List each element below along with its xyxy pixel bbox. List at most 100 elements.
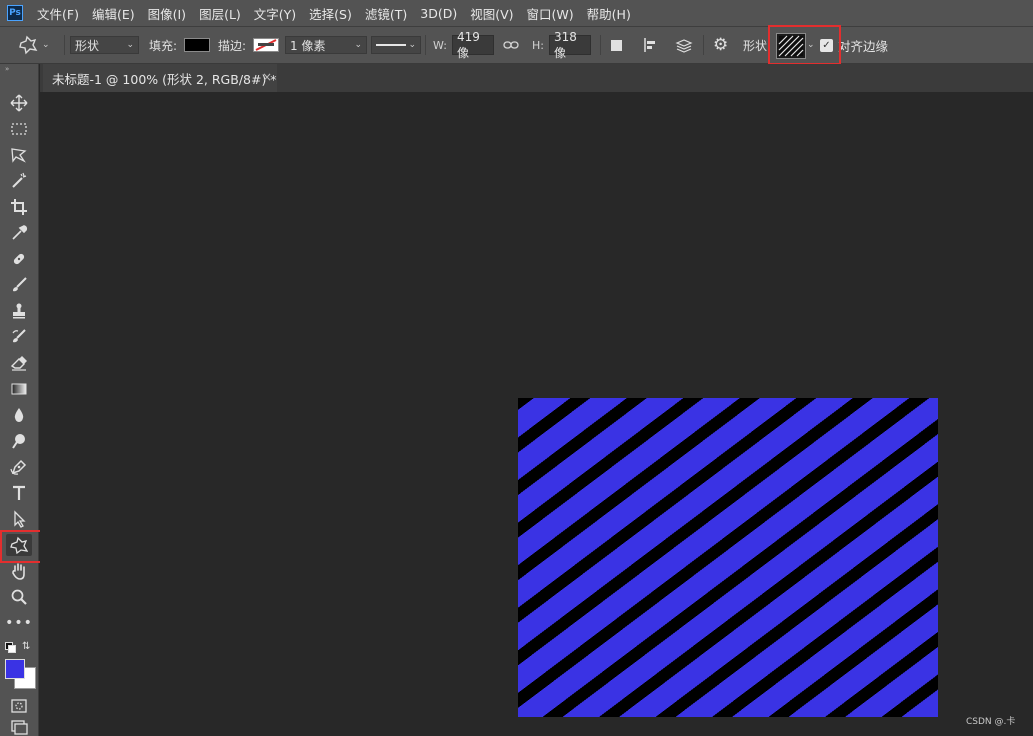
more-dots-icon: ••• — [5, 615, 33, 631]
menu-image[interactable]: 图像(I) — [148, 4, 186, 23]
stroke-label: 描边: — [218, 38, 247, 53]
rect-marquee-icon — [11, 123, 27, 135]
arrange-layers-icon — [675, 39, 693, 53]
quick-mask-icon — [11, 699, 27, 713]
hand-tool[interactable] — [6, 560, 32, 582]
menu-layer[interactable]: 图层(L) — [199, 4, 241, 23]
eyedropper-icon — [12, 225, 28, 240]
default-colors-button[interactable] — [5, 642, 16, 653]
stroke-color-swatch[interactable] — [253, 38, 279, 52]
gear-icon: ⚙ — [713, 35, 729, 55]
magic-wand-tool[interactable] — [6, 170, 32, 192]
photoshop-logo-icon: Ps — [7, 5, 23, 21]
fill-label: 填充: — [149, 38, 178, 53]
blur-tool[interactable] — [6, 404, 32, 426]
tool-preset-picker[interactable]: ⌄ — [18, 27, 50, 63]
eraser-tool[interactable] — [6, 352, 32, 374]
marquee-tool[interactable] — [6, 118, 32, 140]
clone-stamp-tool[interactable] — [6, 300, 32, 322]
menu-window[interactable]: 窗口(W) — [527, 4, 574, 23]
chevron-down-icon: ⌄ — [408, 40, 416, 50]
document-tab-bar: 未标题-1 @ 100% (形状 2, RGB/8#) * × — [40, 64, 1033, 92]
hand-icon — [12, 563, 25, 580]
text-t-icon — [13, 485, 25, 500]
watermark-text: CSDN @.卡 — [966, 717, 1016, 727]
crop-tool[interactable] — [6, 196, 32, 218]
document-tab[interactable]: 未标题-1 @ 100% (形状 2, RGB/8#) * × — [43, 64, 277, 92]
close-icon[interactable]: × — [262, 70, 272, 84]
bandage-icon — [13, 253, 25, 265]
crop-icon — [11, 199, 27, 215]
arrow-cursor-icon — [14, 510, 26, 528]
polygon-lasso-icon — [11, 148, 27, 163]
collapse-panel-icon[interactable]: » — [5, 65, 9, 73]
width-input[interactable]: 419 像 — [452, 30, 494, 60]
quick-mask-button[interactable] — [6, 695, 32, 717]
pen-nib-icon — [10, 459, 27, 475]
options-bar: ⌄ 形状 ⌄ 填充: 描边: 1 像素 ⌄ ⌄ W: 419 像 H: 318 … — [0, 26, 1033, 64]
eyedropper-tool[interactable] — [6, 222, 32, 244]
gradient-icon — [11, 383, 27, 395]
menu-type[interactable]: 文字(Y) — [254, 4, 296, 23]
zoom-tool[interactable] — [6, 586, 32, 608]
gradient-tool[interactable] — [6, 378, 32, 400]
fill-color-swatch[interactable] — [184, 38, 210, 52]
chevron-down-icon: ⌄ — [42, 40, 50, 50]
menu-view[interactable]: 视图(V) — [470, 4, 513, 23]
swap-colors-icon[interactable]: ⇅ — [22, 641, 30, 652]
history-brush-icon — [12, 329, 26, 343]
menu-file[interactable]: 文件(F) — [37, 4, 79, 23]
edit-toolbar-button[interactable]: ••• — [5, 612, 33, 634]
brush-tool[interactable] — [6, 274, 32, 296]
move-icon — [10, 94, 28, 112]
pen-tool[interactable] — [6, 456, 32, 478]
history-brush-tool[interactable] — [6, 326, 32, 348]
stroke-width-select[interactable]: 1 像素 ⌄ — [285, 36, 367, 54]
canvas-area[interactable] — [40, 92, 1033, 736]
separator — [703, 35, 704, 55]
path-options-button[interactable]: ⚙ — [713, 27, 728, 63]
custom-shape-tool-icon — [19, 35, 38, 55]
menu-edit[interactable]: 编辑(E) — [92, 4, 135, 23]
menu-select[interactable]: 选择(S) — [309, 4, 352, 23]
default-colors-bg-icon — [8, 645, 16, 653]
path-alignment-button[interactable] — [642, 27, 658, 63]
screen-mode-button[interactable] — [6, 719, 32, 735]
healing-brush-tool[interactable] — [6, 248, 32, 270]
type-tool[interactable] — [6, 482, 32, 504]
mode-select[interactable]: 形状 ⌄ — [70, 36, 139, 54]
lasso-tool[interactable] — [6, 144, 32, 166]
width-label: W: — [433, 38, 447, 52]
menu-help[interactable]: 帮助(H) — [587, 4, 631, 23]
separator — [425, 35, 426, 55]
document-tab-title: 未标题-1 @ 100% (形状 2, RGB/8#) * — [52, 71, 277, 87]
mode-value: 形状 — [75, 38, 100, 53]
path-operations-icon — [611, 39, 622, 51]
height-label: H: — [532, 38, 544, 52]
water-drop-icon — [14, 408, 24, 422]
chevron-down-icon: ⌄ — [126, 40, 134, 50]
shape-picker-highlight — [768, 25, 841, 65]
path-arrangement-button[interactable] — [674, 27, 694, 63]
chevron-down-icon: ⌄ — [354, 40, 362, 50]
striped-shape-layer — [518, 398, 938, 717]
solid-line-icon — [376, 44, 406, 46]
dodge-icon — [12, 434, 25, 449]
dodge-tool[interactable] — [6, 430, 32, 452]
stroke-type-select[interactable]: ⌄ — [371, 36, 421, 54]
tools-panel: » ••• ⇅ — [0, 64, 39, 736]
menu-filter[interactable]: 滤镜(T) — [365, 4, 407, 23]
link-icon — [503, 41, 519, 49]
document-canvas[interactable] — [518, 398, 938, 717]
height-input[interactable]: 318 像 — [549, 30, 591, 60]
path-operations-button[interactable] — [611, 27, 622, 63]
no-stroke-slash-icon — [255, 39, 277, 51]
foreground-color-swatch[interactable] — [5, 659, 25, 679]
brush-icon — [13, 277, 27, 292]
stroke-width-value: 1 像素 — [290, 38, 326, 53]
move-tool[interactable] — [6, 92, 32, 114]
link-dimensions-button[interactable] — [503, 27, 519, 63]
path-selection-tool[interactable] — [6, 508, 32, 530]
menu-3d[interactable]: 3D(D) — [420, 6, 457, 21]
separator — [64, 35, 65, 55]
